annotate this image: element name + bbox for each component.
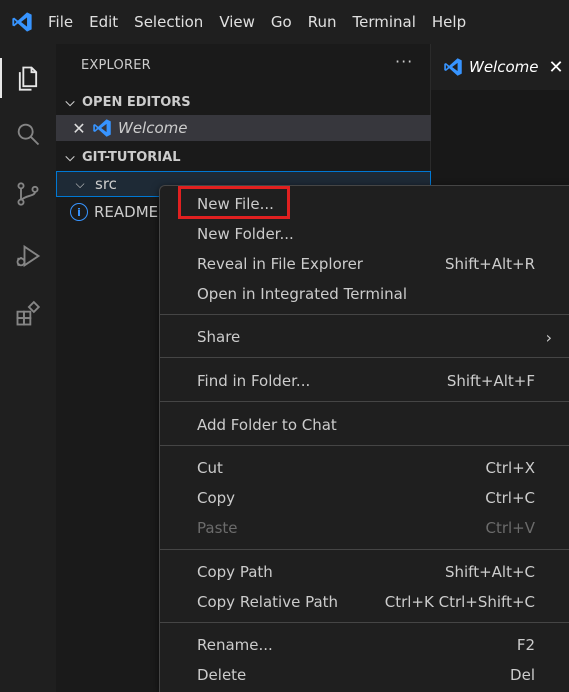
menu-item-cut[interactable]: Cut Ctrl+X [160,453,569,483]
menu-item-shortcut: Ctrl+K Ctrl+Shift+C [384,593,535,611]
menu-edit[interactable]: Edit [81,0,126,44]
run-debug-icon[interactable] [8,236,48,276]
files-icon[interactable] [8,58,48,98]
menu-item-new-folder[interactable]: New Folder... [160,219,569,249]
menu-file[interactable]: File [44,0,81,44]
menu-item-label: Delete [197,666,247,684]
workspace-label: GIT-TUTORIAL [82,149,181,165]
menu-item-open-terminal[interactable]: Open in Integrated Terminal [160,279,569,309]
menu-item-shortcut: Ctrl+X [485,459,535,477]
menu-separator [160,357,569,358]
menu-item-shortcut: F2 [516,636,535,654]
chevron-down-icon: ⌵ [75,176,85,191]
context-menu: New File... New Folder... Reveal in File… [159,185,569,692]
menu-separator [160,314,569,315]
menu-item-shortcut: Shift+Alt+R [445,255,535,273]
menu-item-shortcut: Ctrl+C [485,489,535,507]
menu-help[interactable]: Help [424,0,474,44]
menu-item-label: Cut [197,459,223,477]
activity-bar [0,44,56,692]
menu-item-share[interactable]: Share › [160,322,569,352]
menu-item-label: Copy [197,489,236,507]
menu-item-label: Share [197,328,241,346]
more-actions-icon[interactable]: ··· [395,52,413,71]
vscode-file-icon [92,118,112,138]
menu-item-delete[interactable]: Delete Del [160,660,569,690]
open-editors-label: OPEN EDITORS [82,94,191,110]
source-control-icon[interactable] [8,174,48,214]
close-icon[interactable]: ✕ [70,119,88,138]
menu-item-label: New Folder... [197,225,294,243]
menu-item-label: Rename... [197,636,273,654]
menu-item-shortcut: Ctrl+V [485,519,535,537]
menu-item-label: Copy Path [197,563,273,581]
active-indicator [0,58,2,98]
menu-run[interactable]: Run [300,0,345,44]
menu-item-add-folder-chat[interactable]: Add Folder to Chat [160,410,569,440]
menu-item-label: Reveal in File Explorer [197,255,363,273]
menu-item-label: Find in Folder... [197,372,311,390]
menu-terminal[interactable]: Terminal [345,0,424,44]
menu-item-label: Paste [197,519,238,537]
menu-separator [160,549,569,550]
menu-item-label: Add Folder to Chat [197,416,337,434]
menu-item-copy-path[interactable]: Copy Path Shift+Alt+C [160,557,569,587]
chevron-down-icon: ⌵ [65,94,75,109]
menu-go[interactable]: Go [263,0,300,44]
open-editor-item[interactable]: ✕ Welcome [56,115,431,141]
explorer-title: EXPLORER [81,58,151,73]
tree-item-label: src [95,175,117,193]
menu-item-shortcut: Shift+Alt+C [444,563,535,581]
menu-item-shortcut: Shift+Alt+F [446,372,535,390]
close-icon[interactable]: ✕ [549,57,564,78]
menu-item-copy[interactable]: Copy Ctrl+C [160,483,569,513]
open-editors-header[interactable]: ⌵ OPEN EDITORS [56,90,431,114]
vscode-file-icon [443,57,463,77]
search-icon[interactable] [8,114,48,154]
menu-item-reveal-explorer[interactable]: Reveal in File Explorer Shift+Alt+R [160,249,569,279]
tree-item-label: README. [94,203,163,221]
menu-separator [160,622,569,623]
menu-item-copy-relative-path[interactable]: Copy Relative Path Ctrl+K Ctrl+Shift+C [160,587,569,617]
tab-label: Welcome [469,58,539,76]
menu-item-label: Copy Relative Path [197,593,339,611]
menu-item-rename[interactable]: Rename... F2 [160,630,569,660]
menu-item-label: Open in Integrated Terminal [197,285,407,303]
workspace-header[interactable]: ⌵ GIT-TUTORIAL [56,145,431,169]
menu-bar: File Edit Selection View Go Run Terminal… [0,0,569,44]
open-editor-label: Welcome [118,119,188,137]
menu-item-shortcut: Del [510,666,535,684]
vscode-logo-icon [0,0,44,44]
chevron-right-icon: › [545,327,552,347]
menu-view[interactable]: View [211,0,263,44]
extensions-icon[interactable] [8,294,48,334]
tab-welcome[interactable]: Welcome ✕ [431,44,569,90]
menu-item-paste: Paste Ctrl+V [160,513,569,543]
menu-separator [160,445,569,446]
menu-selection[interactable]: Selection [126,0,211,44]
info-icon: i [70,203,88,221]
chevron-down-icon: ⌵ [65,149,75,164]
menu-separator [160,401,569,402]
menu-item-find-in-folder[interactable]: Find in Folder... Shift+Alt+F [160,366,569,396]
highlight-annotation [178,186,290,219]
